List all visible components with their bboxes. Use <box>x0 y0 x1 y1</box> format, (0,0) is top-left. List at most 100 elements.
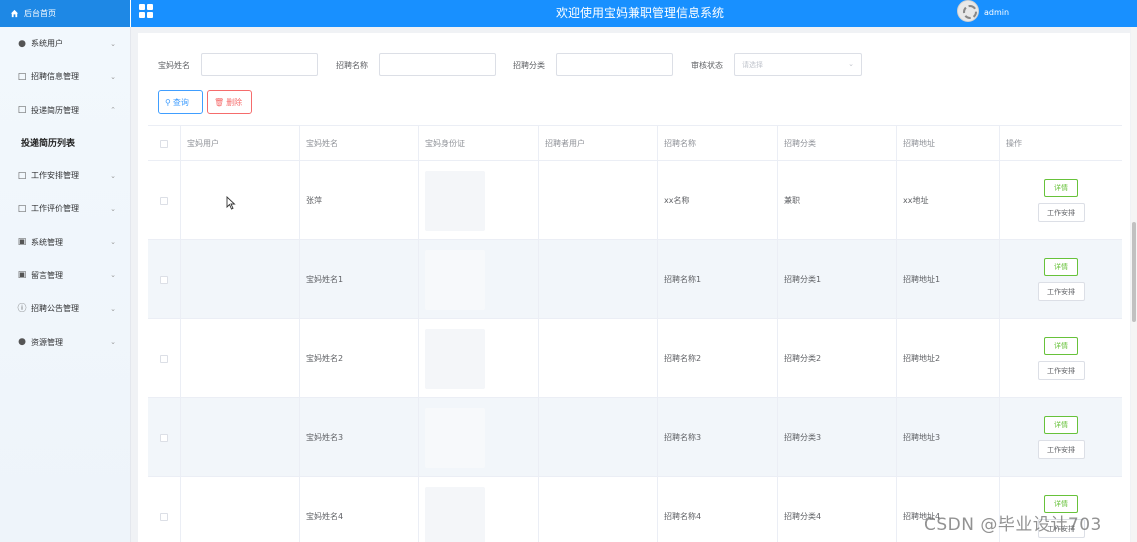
trash-icon: 🗑 <box>214 97 225 107</box>
table-cell-recruiter <box>539 240 658 319</box>
chevron-down-icon: ⌄ <box>110 39 116 48</box>
search-icon: ⚲ <box>165 97 171 107</box>
work-arrangement-button[interactable]: 工作安排 <box>1037 361 1085 380</box>
row-actions-cell: 详情 工作安排 <box>1000 398 1122 477</box>
table-row[interactable]: 宝妈姓名2 招聘名称2 招聘分类2 招聘地址2 详情 工作安排 <box>148 319 1122 398</box>
sidebar-item-label: 资源管理 <box>31 337 63 347</box>
menu-grid-icon[interactable] <box>139 4 153 18</box>
sidebar-item-announcements[interactable]: ⓘ 招聘公告管理 ⌄ <box>0 292 130 325</box>
table-cell-name: 宝妈姓名1 <box>300 240 419 319</box>
category-filter-input[interactable] <box>556 53 673 76</box>
name-filter-input[interactable] <box>201 53 318 76</box>
resume-table: 宝妈用户 宝妈姓名 宝妈身份证 招聘者用户 招聘名称 招聘分类 招聘地址 操作 … <box>148 125 1122 542</box>
row-checkbox[interactable] <box>160 196 168 205</box>
id-card-image[interactable] <box>425 486 485 542</box>
column-header[interactable]: 宝妈用户 <box>181 126 300 161</box>
sidebar-item-recruitment-info[interactable]: □ 招聘信息管理 ⌄ <box>0 60 130 93</box>
table-cell-job: 招聘名称4 <box>658 477 778 542</box>
row-checkbox[interactable] <box>160 433 168 442</box>
sidebar-item-label: 系统管理 <box>31 237 63 247</box>
id-card-image[interactable] <box>425 249 485 310</box>
detail-button[interactable]: 详情 <box>1044 337 1078 355</box>
id-card-image[interactable] <box>425 407 485 468</box>
table-cell-category: 招聘分类3 <box>778 398 897 477</box>
username[interactable]: admin <box>984 8 1009 17</box>
select-all-checkbox[interactable] <box>160 139 168 148</box>
page-scrollbar[interactable] <box>1131 27 1137 542</box>
user-icon: ● <box>18 38 26 49</box>
sidebar-item-label: 招聘信息管理 <box>31 72 79 82</box>
work-arrangement-button[interactable]: 工作安排 <box>1037 282 1085 301</box>
document-icon: □ <box>17 170 27 181</box>
mouse-cursor-icon <box>226 196 236 210</box>
table-cell-category: 兼职 <box>778 161 897 240</box>
work-arrangement-button[interactable]: 工作安排 <box>1037 440 1085 459</box>
column-header[interactable]: 宝妈身份证 <box>419 126 539 161</box>
select-all-cell <box>148 126 181 161</box>
chevron-down-icon: ⌄ <box>110 338 116 347</box>
detail-button[interactable]: 详情 <box>1044 179 1078 197</box>
table-cell-name: 张萍 <box>300 161 419 240</box>
delete-button[interactable]: 🗑 删除 <box>207 90 252 114</box>
query-button-label: 查询 <box>172 97 189 107</box>
table-row[interactable]: 宝妈姓名3 招聘名称3 招聘分类3 招聘地址3 详情 工作安排 <box>148 398 1122 477</box>
column-header[interactable]: 招聘者用户 <box>539 126 658 161</box>
table-cell-user <box>181 398 300 477</box>
row-checkbox[interactable] <box>160 512 168 521</box>
table-cell-name: 宝妈姓名3 <box>300 398 419 477</box>
home-label: 后台首页 <box>24 9 56 18</box>
job-filter-input[interactable] <box>379 53 496 76</box>
table-cell-name: 宝妈姓名2 <box>300 319 419 398</box>
picture-icon: ▣ <box>17 270 27 281</box>
query-button[interactable]: ⚲ 查询 <box>158 90 203 114</box>
name-filter-label: 宝妈姓名 <box>158 61 190 70</box>
detail-button[interactable]: 详情 <box>1044 416 1078 434</box>
table-cell-address: 招聘地址3 <box>897 398 1000 477</box>
table-row[interactable]: 张萍 xx名称 兼职 xx地址 详情 工作安排 <box>148 161 1122 240</box>
sidebar-item-messages[interactable]: ▣ 留言管理 ⌄ <box>0 259 130 292</box>
info-icon: ⓘ <box>17 303 27 314</box>
column-header[interactable]: 招聘地址 <box>897 126 1000 161</box>
work-arrangement-button[interactable]: 工作安排 <box>1037 203 1085 222</box>
table-row[interactable]: 宝妈姓名1 招聘名称1 招聘分类1 招聘地址1 详情 工作安排 <box>148 240 1122 319</box>
main-content: 宝妈姓名 招聘名称 招聘分类 审核状态 请选择 ⌄ ⚲ 查询 🗑 删除 宝妈用户… <box>138 33 1130 542</box>
status-select[interactable]: 请选择 ⌄ <box>734 53 862 76</box>
chevron-down-icon: ⌄ <box>848 60 854 68</box>
page-title: 欢迎使用宝妈兼职管理信息系统 <box>555 6 724 20</box>
sidebar-item-work-review[interactable]: □ 工作评价管理 ⌄ <box>0 192 130 225</box>
id-card-cell <box>419 398 539 477</box>
sidebar-item-label: 投递简历管理 <box>31 105 79 115</box>
row-select-cell <box>148 319 181 398</box>
column-header[interactable]: 招聘分类 <box>778 126 897 161</box>
table-cell-category: 招聘分类2 <box>778 319 897 398</box>
row-actions-cell: 详情 工作安排 <box>1000 319 1122 398</box>
sidebar-item-system[interactable]: ▣ 系统管理 ⌄ <box>0 225 130 258</box>
sidebar-subitem-resume-list[interactable]: 投递简历列表 <box>0 127 130 159</box>
avatar[interactable] <box>957 0 979 22</box>
table-cell-job: xx名称 <box>658 161 778 240</box>
column-header[interactable]: 宝妈姓名 <box>300 126 419 161</box>
sidebar-item-work-schedule[interactable]: □ 工作安排管理 ⌄ <box>0 159 130 192</box>
row-checkbox[interactable] <box>160 275 168 284</box>
chevron-down-icon: ⌄ <box>110 72 116 81</box>
row-actions-cell: 详情 工作安排 <box>1000 240 1122 319</box>
row-actions-cell: 详情 工作安排 <box>1000 161 1122 240</box>
table-cell-job: 招聘名称2 <box>658 319 778 398</box>
scrollbar-thumb[interactable] <box>1132 222 1136 322</box>
sidebar-item-label: 工作评价管理 <box>31 204 79 214</box>
sidebar-item-resources[interactable]: ● 资源管理 ⌄ <box>0 325 130 358</box>
id-card-image[interactable] <box>425 170 485 231</box>
table-cell-user <box>181 161 300 240</box>
document-icon: □ <box>17 203 27 214</box>
table-cell-recruiter <box>539 477 658 542</box>
id-card-image[interactable] <box>425 328 485 389</box>
sidebar-item-system-users[interactable]: ● 系统用户 ⌄ <box>0 27 130 60</box>
detail-button[interactable]: 详情 <box>1044 258 1078 276</box>
column-header[interactable]: 招聘名称 <box>658 126 778 161</box>
home-link[interactable]: 后台首页 <box>0 0 131 27</box>
row-checkbox[interactable] <box>160 354 168 363</box>
document-icon: □ <box>17 71 27 82</box>
sidebar-item-resume[interactable]: □ 投递简历管理 ⌃ <box>0 94 130 127</box>
id-card-cell <box>419 240 539 319</box>
status-select-placeholder: 请选择 <box>742 60 763 69</box>
